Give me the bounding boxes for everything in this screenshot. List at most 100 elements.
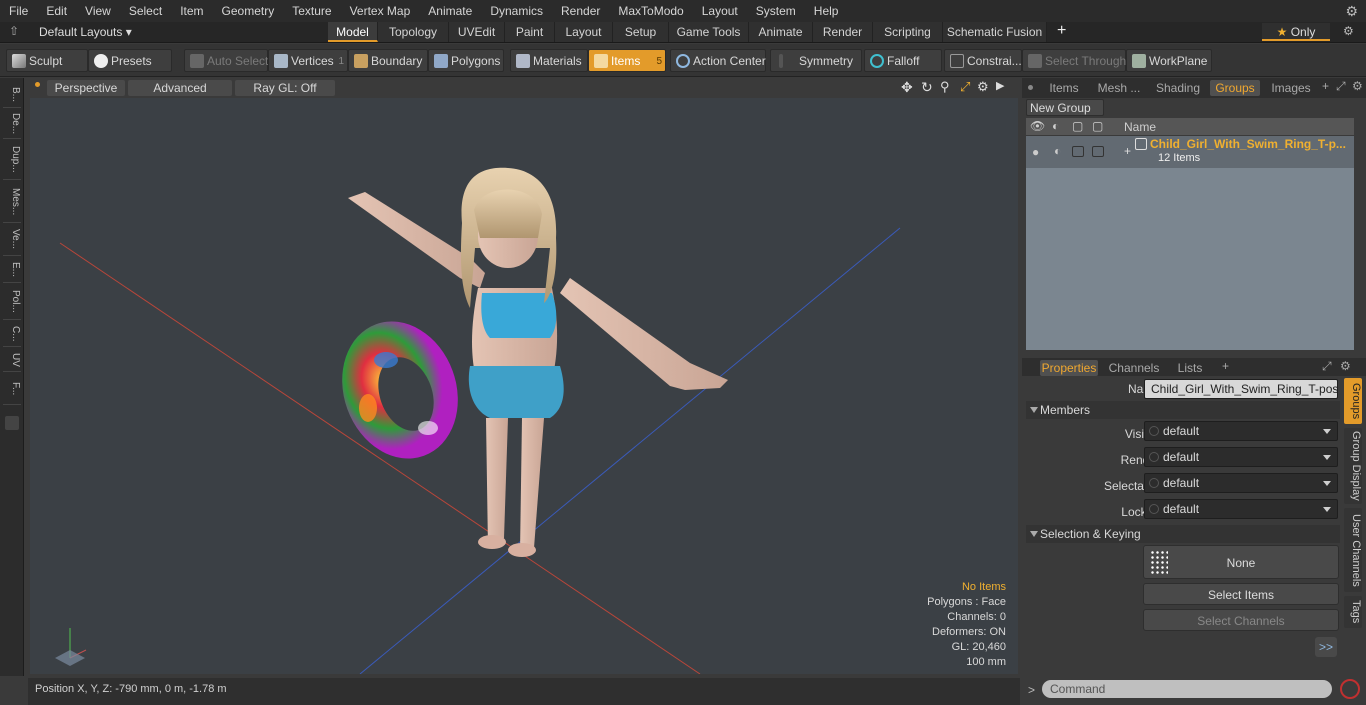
- tab-properties[interactable]: Properties: [1040, 360, 1098, 376]
- menu-animate[interactable]: Animate: [419, 0, 481, 22]
- select-through-button[interactable]: Select Through: [1022, 49, 1126, 72]
- tab-game-tools[interactable]: Game Tools: [669, 22, 749, 42]
- menu-select[interactable]: Select: [120, 0, 171, 22]
- select-icon[interactable]: ▢: [1092, 119, 1103, 133]
- menu-item[interactable]: Item: [171, 0, 212, 22]
- tab-channels[interactable]: Channels: [1104, 360, 1164, 376]
- boundary-button[interactable]: Boundary: [348, 49, 428, 72]
- menu-edit[interactable]: Edit: [37, 0, 76, 22]
- tab-layout[interactable]: Layout: [555, 22, 613, 42]
- group-render-icon[interactable]: ◐: [1054, 144, 1061, 158]
- move-view-icon[interactable]: ✥: [901, 79, 913, 96]
- keying-none-button[interactable]: None: [1143, 545, 1339, 579]
- select-channels-button[interactable]: Select Channels: [1143, 609, 1339, 631]
- name-field[interactable]: Child_Girl_With_Swim_Ring_T-pose (3: [1144, 379, 1338, 399]
- menu-vertex-map[interactable]: Vertex Map: [341, 0, 420, 22]
- left-tab-edge[interactable]: E...: [3, 257, 21, 283]
- more-button[interactable]: >>: [1315, 637, 1337, 657]
- panel-gear-icon[interactable]: ⚙: [1352, 79, 1363, 93]
- menu-texture[interactable]: Texture: [283, 0, 340, 22]
- perspective-button[interactable]: Perspective: [47, 80, 125, 96]
- properties-gear-icon[interactable]: ⚙: [1340, 359, 1351, 373]
- expand-plus-icon[interactable]: +: [1124, 144, 1131, 158]
- ray-gl-button[interactable]: Ray GL: Off: [235, 80, 335, 96]
- viewport-gear-icon[interactable]: ⚙: [977, 79, 989, 95]
- menu-help[interactable]: Help: [805, 0, 848, 22]
- vertices-button[interactable]: Vertices 1: [268, 49, 348, 72]
- properties-expand-icon[interactable]: ⤢: [1322, 359, 1332, 374]
- menu-system[interactable]: System: [747, 0, 805, 22]
- record-button[interactable]: [1340, 679, 1360, 699]
- tab-paint[interactable]: Paint: [505, 22, 555, 42]
- groups-list-area[interactable]: [1026, 168, 1354, 350]
- menu-layout[interactable]: Layout: [693, 0, 747, 22]
- visible-dropdown[interactable]: default: [1144, 421, 1338, 441]
- falloff-button[interactable]: Falloff: [864, 49, 942, 72]
- settings-gear-icon[interactable]: ⚙: [1345, 3, 1358, 20]
- items-button[interactable]: Items 5: [588, 49, 666, 72]
- tab-images[interactable]: Images: [1266, 80, 1316, 96]
- locked-dropdown[interactable]: default: [1144, 499, 1338, 519]
- render-icon[interactable]: ◐: [1052, 119, 1059, 133]
- group-select-checkbox[interactable]: [1092, 146, 1104, 157]
- 3d-viewport[interactable]: No Items Polygons : Face Channels: 0 Def…: [30, 98, 1018, 674]
- tab-schematic-fusion[interactable]: Schematic Fusion: [943, 22, 1047, 42]
- members-section[interactable]: Members: [1026, 401, 1340, 419]
- viewport-expand-icon[interactable]: ▶: [996, 79, 1004, 92]
- zoom-view-icon[interactable]: ⚲: [940, 79, 950, 95]
- maximize-view-icon[interactable]: ⤢: [960, 79, 970, 95]
- selectable-dropdown[interactable]: default: [1144, 473, 1338, 493]
- left-tab-basic[interactable]: B...: [3, 82, 21, 108]
- side-tab-tags[interactable]: Tags: [1344, 596, 1362, 628]
- group-visible-icon[interactable]: ●: [1032, 145, 1039, 159]
- auto-select-button[interactable]: Auto Select: [184, 49, 268, 72]
- constraints-button[interactable]: Constrai...: [944, 49, 1022, 72]
- menu-file[interactable]: File: [0, 0, 37, 22]
- symmetry-button[interactable]: Symmetry: [770, 49, 862, 72]
- left-tab-vertex[interactable]: Ve...: [3, 224, 21, 256]
- tab-model[interactable]: Model: [328, 22, 378, 42]
- panel-expand-icon[interactable]: ⤢: [1336, 79, 1346, 94]
- sculpt-button[interactable]: Sculpt: [6, 49, 88, 72]
- layout-gear-icon[interactable]: ⚙: [1343, 24, 1354, 38]
- add-panel-tab-button[interactable]: +: [1322, 79, 1329, 93]
- side-tab-group-display[interactable]: Group Display: [1344, 428, 1362, 504]
- group-row[interactable]: ● ◐ + Child_Girl_With_Swim_Ring_T-p... 1…: [1026, 136, 1354, 168]
- left-tab-curve[interactable]: C...: [3, 321, 21, 347]
- tab-lists[interactable]: Lists: [1170, 360, 1210, 376]
- tab-setup[interactable]: Setup: [613, 22, 669, 42]
- left-tab-mesh[interactable]: Mes...: [3, 181, 21, 223]
- materials-button[interactable]: Materials: [510, 49, 588, 72]
- menu-render[interactable]: Render: [552, 0, 609, 22]
- action-center-button[interactable]: Action Center: [670, 49, 766, 72]
- menu-geometry[interactable]: Geometry: [213, 0, 284, 22]
- tab-uvedit[interactable]: UVEdit: [449, 22, 505, 42]
- selection-keying-section[interactable]: Selection & Keying: [1026, 525, 1340, 543]
- add-property-tab-button[interactable]: +: [1222, 359, 1229, 373]
- left-panel-toggle[interactable]: [5, 416, 19, 430]
- left-tab-deform[interactable]: De...: [3, 109, 21, 139]
- side-tab-user-channels[interactable]: User Channels: [1344, 508, 1362, 592]
- rotate-view-icon[interactable]: ↻: [921, 79, 933, 96]
- tab-mesh[interactable]: Mesh ...: [1092, 80, 1146, 96]
- render-dropdown[interactable]: default: [1144, 447, 1338, 467]
- lock-icon[interactable]: ▢: [1072, 119, 1083, 133]
- tab-animate[interactable]: Animate: [749, 22, 813, 42]
- tab-groups[interactable]: Groups: [1210, 80, 1260, 96]
- group-lock-checkbox[interactable]: [1072, 146, 1084, 157]
- side-tab-groups[interactable]: Groups: [1344, 378, 1362, 424]
- left-tab-fusion[interactable]: F...: [3, 373, 21, 405]
- workplane-button[interactable]: WorkPlane: [1126, 49, 1212, 72]
- left-tab-duplicate[interactable]: Dup...: [3, 140, 21, 180]
- menu-dynamics[interactable]: Dynamics: [481, 0, 552, 22]
- advanced-button[interactable]: Advanced: [128, 80, 232, 96]
- tab-shading[interactable]: Shading: [1150, 80, 1206, 96]
- add-tab-button[interactable]: +: [1057, 22, 1066, 40]
- visibility-eye-icon[interactable]: 👁: [1030, 119, 1045, 133]
- command-input[interactable]: Command: [1042, 680, 1332, 698]
- left-tab-polygon[interactable]: Pol...: [3, 284, 21, 320]
- polygons-button[interactable]: Polygons: [428, 49, 504, 72]
- tab-items[interactable]: Items: [1040, 80, 1088, 96]
- menu-view[interactable]: View: [76, 0, 120, 22]
- presets-button[interactable]: Presets: [88, 49, 172, 72]
